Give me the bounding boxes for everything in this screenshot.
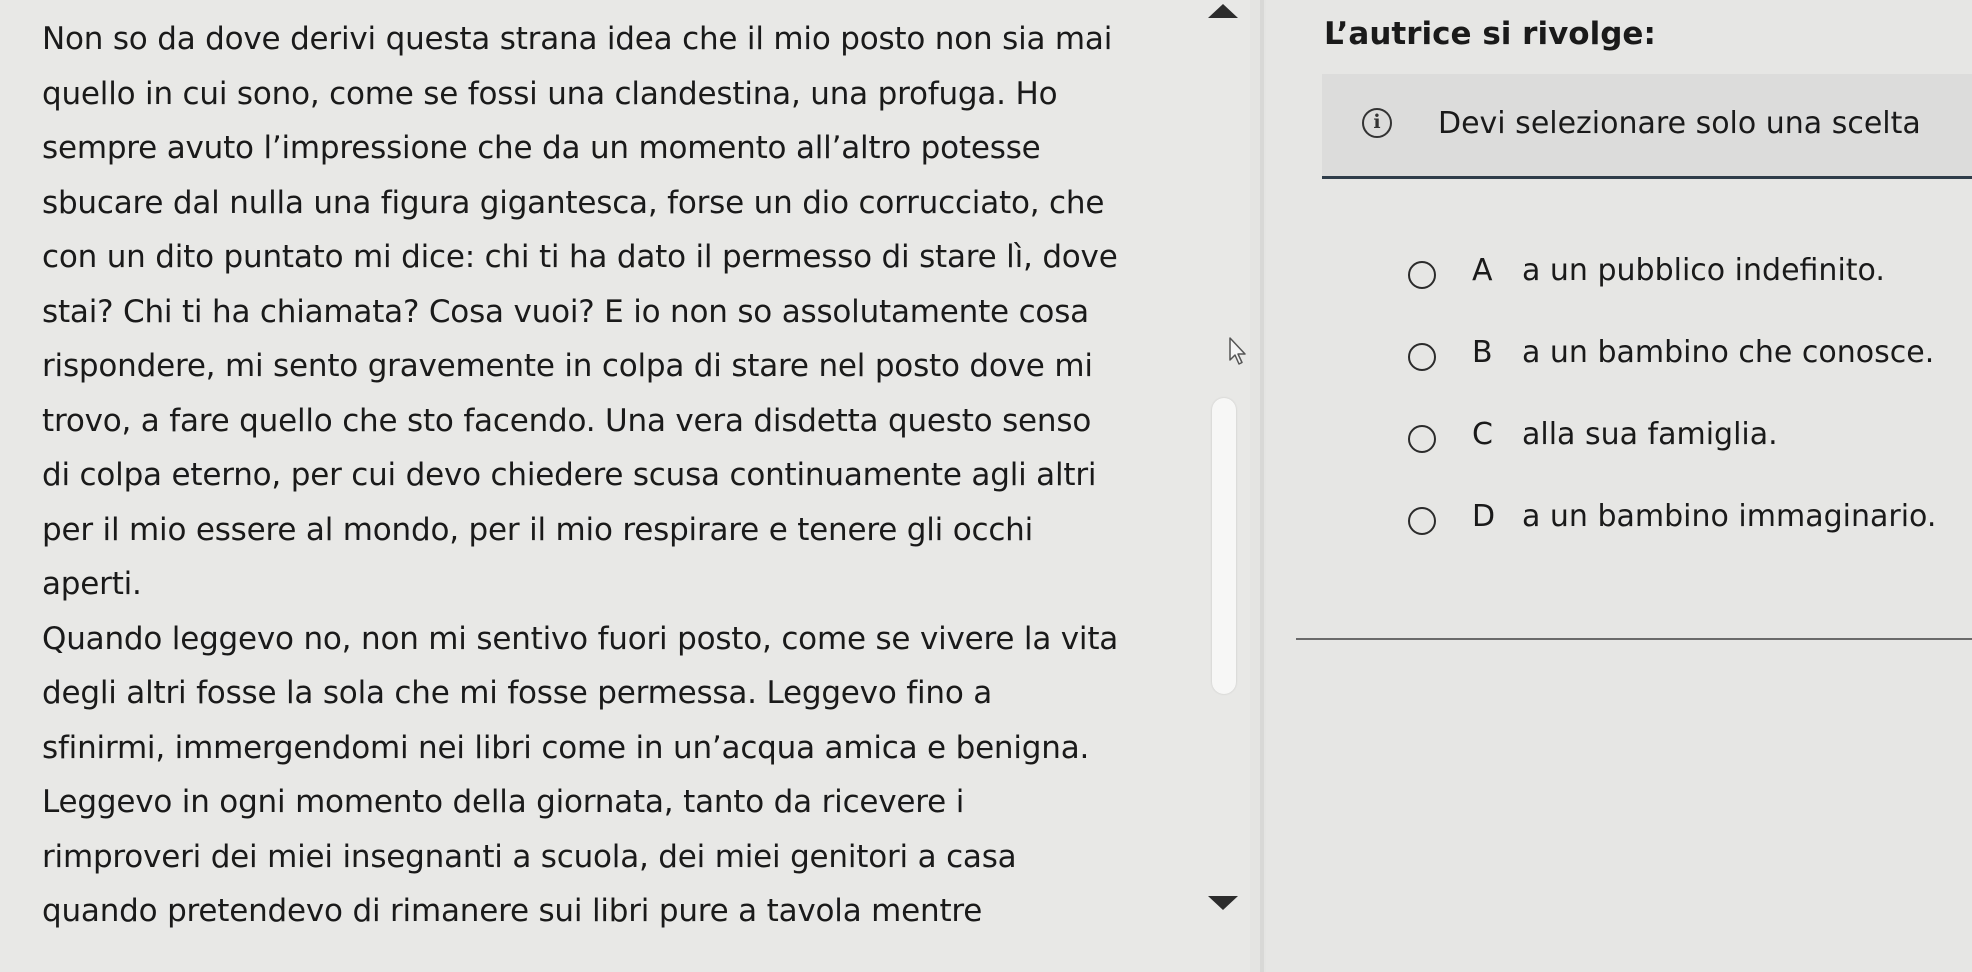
reading-line: Quando leggevo no, non mi sentivo fuori … [42,620,1119,657]
radio-button[interactable] [1408,425,1436,453]
pane-divider[interactable] [1260,0,1264,972]
reading-line: per il mio essere al mondo, per il mio r… [42,511,1034,548]
scroll-up-arrow-icon[interactable] [1208,4,1238,18]
question-pane: L’autrice si rivolge: i Devi selezionare… [1266,0,1972,972]
reading-line: trovo, a fare quello che sto facendo. Un… [42,402,1092,439]
reading-line: con un dito puntato mi dice: chi ti ha d… [42,239,1118,275]
option-text: a un bambino che conosce. [1522,335,1935,370]
reading-line: sempre avuto l’impressione che da un mom… [42,130,1041,166]
mouse-cursor-icon [1229,337,1246,365]
scrollbar-thumb[interactable] [1212,398,1236,694]
reading-line: degli altri fosse la sola che mi fosse p… [42,675,993,711]
reading-line: rimproveri dei miei insegnanti a scuola,… [42,838,1017,875]
reading-line: sbucare dal nulla una figura gigantesca,… [42,184,1105,221]
reading-line: di colpa eterno, per cui devo chiedere s… [42,457,1097,493]
radio-button[interactable] [1408,343,1436,371]
reading-line: quando pretendevo di rimanere sui libri … [42,893,983,929]
info-icon: i [1362,108,1392,138]
option-c[interactable]: C alla sua famiglia. [1296,404,1972,464]
exam-page: Non so da dove derivi questa strana idea… [0,0,1972,972]
option-text: alla sua famiglia. [1522,417,1778,452]
info-banner: i Devi selezionare solo una scelta [1322,74,1972,179]
radio-button[interactable] [1408,507,1436,535]
option-letter: A [1472,253,1493,288]
reading-line: quello in cui sono, come se fossi una cl… [42,75,1058,112]
option-letter: B [1472,335,1493,370]
info-text: Devi selezionare solo una scelta [1438,106,1921,141]
reading-line: rispondere, mi sento gravemente in colpa… [42,348,1093,384]
reading-line: aperti. [42,566,142,602]
reading-line: Leggevo in ogni momento della giornata, … [42,784,965,820]
reading-line: sfinirmi, immergendomi nei libri come in… [42,729,1090,766]
option-text: a un bambino immaginario. [1522,499,1937,534]
radio-button[interactable] [1408,261,1436,289]
reading-text: Non so da dove derivi questa strana idea… [42,12,1202,939]
option-letter: C [1472,417,1493,452]
option-d[interactable]: D a un bambino immaginario. [1296,486,1972,546]
reading-line: Non so da dove derivi questa strana idea… [42,21,1113,57]
option-text: a un pubblico indefinito. [1522,253,1885,288]
question-title: L’autrice si rivolge: [1324,16,1656,52]
option-letter: D [1472,499,1496,534]
reading-pane: Non so da dove derivi questa strana idea… [0,0,1250,972]
scroll-down-arrow-icon[interactable] [1208,896,1238,910]
option-b[interactable]: B a un bambino che conosce. [1296,322,1972,382]
options-list: A a un pubblico indefinito. B a un bambi… [1296,240,1972,640]
reading-line: stai? Chi ti ha chiamata? Cosa vuoi? E i… [42,293,1089,330]
option-a[interactable]: A a un pubblico indefinito. [1296,240,1972,300]
